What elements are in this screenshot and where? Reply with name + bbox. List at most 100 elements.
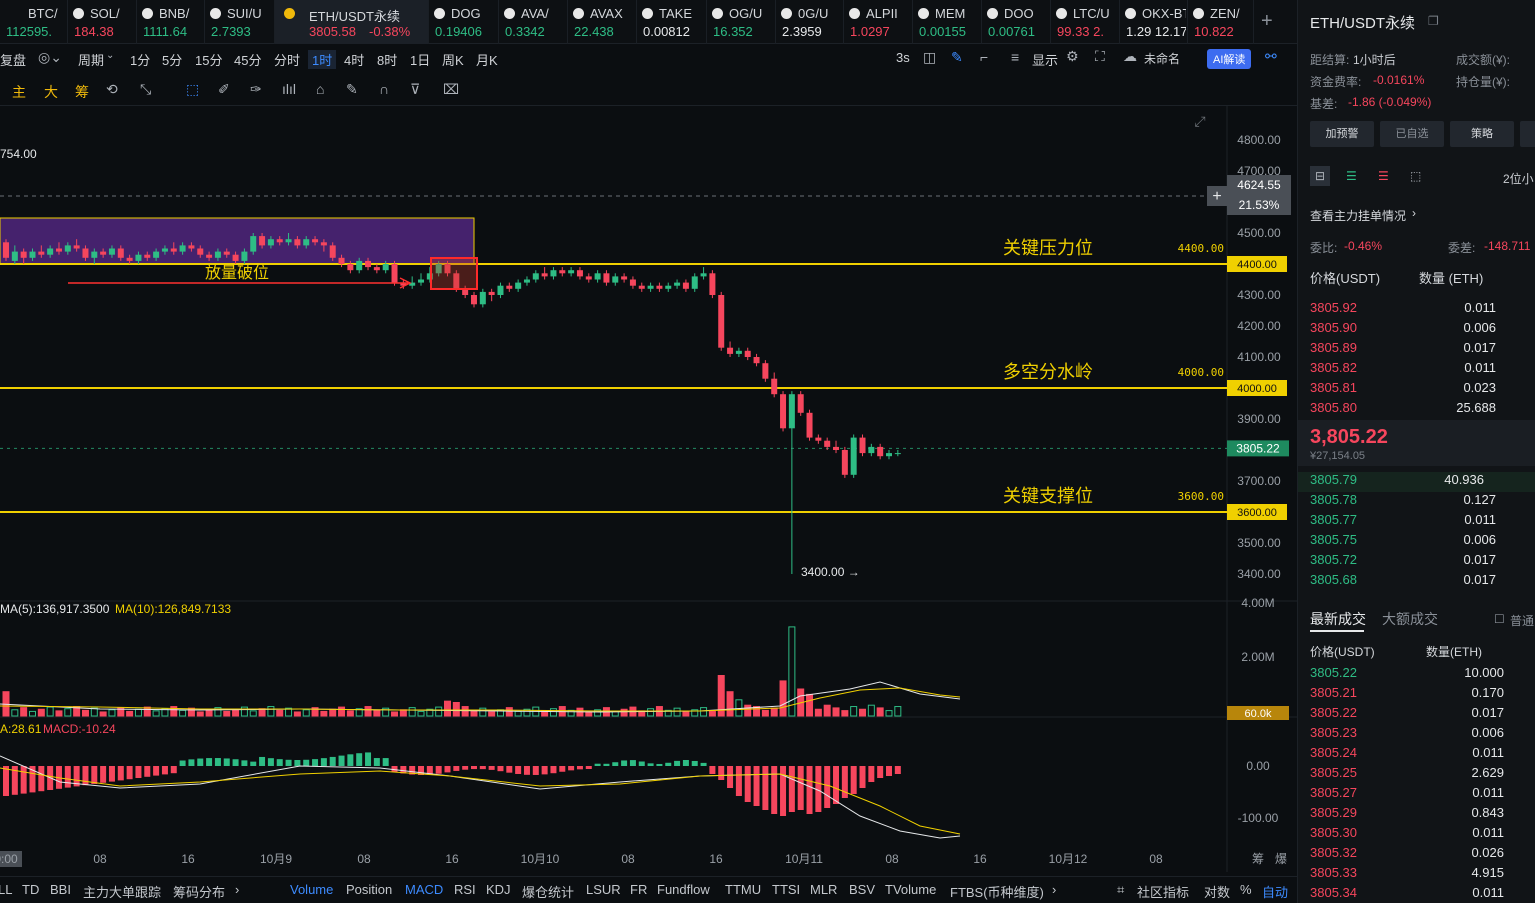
ask-row[interactable]: 3805.82 0.011 [1310,360,1535,380]
ask-row[interactable]: 3805.81 0.023 [1310,380,1535,400]
ticker-tab[interactable]: OG/U 16.352 [707,0,776,44]
interval-2[interactable]: 15分 [195,50,222,69]
interval-5[interactable]: 1时 [308,50,337,69]
refresh-interval[interactable]: 3s [896,50,910,65]
lock-icon[interactable]: ⌂ [316,81,324,97]
share-icon[interactable]: ⚯ [1265,48,1277,65]
indicator-tab[interactable]: LL [0,882,12,897]
interval-10[interactable]: 月K [476,50,498,69]
indicator-tab[interactable]: 主力大单跟踪 [83,882,161,901]
bid-row[interactable]: 3805.72 0.017 [1310,552,1535,572]
interval-6[interactable]: 4时 [344,50,364,69]
bid-row[interactable]: 3805.68 0.017 [1310,572,1535,592]
ticker-tab[interactable]: 0G/U 2.3959 [776,0,844,44]
ticker-tab[interactable]: TAKE 0.00812 [637,0,707,44]
ticker-tab[interactable]: ALPII 1.0297 [844,0,913,44]
add-alert-button[interactable]: 加预警 [1310,121,1374,147]
layout-icon[interactable]: ◎⌄ [38,49,62,66]
brush-icon[interactable]: ✑ [250,81,262,98]
ticker-tab[interactable]: SUI/U 2.7393 [205,0,275,44]
ticker-tab[interactable]: BTC/112595. [0,0,68,44]
bid-row[interactable]: 3805.78 0.127 [1310,492,1535,512]
chart-canvas[interactable]: 关键压力位 4400.00 4400.00 多空分水岭 4000.00 4000.00 关键… [0,106,1297,872]
scale-option[interactable]: 社区指标 [1137,882,1189,901]
ticker-tab[interactable]: ZEN/10.822 [1188,0,1254,44]
big-order-toggle[interactable]: 大 [44,82,58,102]
strategy-button[interactable]: 策略 [1450,121,1514,147]
ruler-icon[interactable]: ✐ [218,81,230,98]
indicator-tab[interactable]: 爆仓统计 [522,882,574,901]
pencil-icon[interactable]: ✎ [951,49,963,66]
bid-row[interactable]: 3805.75 0.006 [1310,532,1535,552]
camera-icon[interactable]: ◫ [923,49,936,66]
indicator-tab[interactable]: Position [346,882,392,897]
precision-select[interactable]: 2位小 [1503,170,1534,187]
big-trades-tab[interactable]: 大额成交 [1382,609,1438,629]
interval-9[interactable]: 周K [442,50,464,69]
layout-name[interactable]: 未命名 [1144,50,1180,67]
list-icon[interactable]: ≡ [1011,49,1019,65]
main-indicator-toggle[interactable]: 主 [12,82,26,102]
indicator-tab[interactable]: TVolume [885,882,936,897]
indicator-tab[interactable]: RSI [454,882,476,897]
indicator-tab[interactable]: TTMU [725,882,761,897]
add-tab-icon[interactable]: + [1261,10,1273,33]
trash-icon[interactable]: ⌧ [443,81,459,98]
scale-option[interactable]: 自动 [1262,882,1288,901]
bid-row[interactable]: 3805.79 40.936 [1298,472,1535,492]
chips-toggle[interactable]: 筹 [75,82,89,102]
indicator-tab[interactable]: TTSI [772,882,800,897]
main-orders-link[interactable]: 查看主力挂单情况 [1310,207,1406,224]
indicator-tab[interactable]: FR [630,882,647,897]
ai-button[interactable]: AI解读 [1207,49,1252,69]
ticker-tab[interactable]: DOO 0.00761 [982,0,1051,44]
interval-1[interactable]: 5分 [162,50,182,69]
indicator-tab[interactable]: BSV [849,882,875,897]
gear-icon[interactable]: ⚙ [1066,48,1079,65]
indicator-tab[interactable]: MLR [810,882,837,897]
book-mode-bids-icon[interactable]: ☰ [1346,169,1357,183]
indicator-tab[interactable]: MACD [405,882,443,897]
edit-icon[interactable]: ✎ [346,81,358,98]
ticker-tab[interactable]: MEM 0.00155 [913,0,982,44]
ask-row[interactable]: 3805.92 0.011 [1310,300,1535,320]
period-button[interactable]: 周期 [78,50,104,69]
scale-option[interactable]: % [1240,882,1252,897]
compare-icon[interactable]: ⟲ [106,81,118,98]
price-chart[interactable]: 关键压力位 4400.00 4400.00 多空分水岭 4000.00 4000.00 关键… [0,106,1297,872]
interval-8[interactable]: 1日 [410,50,430,69]
indicator-tab[interactable]: FTBS(币种维度) [950,882,1044,901]
replay-button[interactable]: 复盘 [0,50,26,69]
indicator-tab[interactable]: 筹码分布 [173,882,225,901]
crop-icon[interactable]: ⌐ [980,49,988,65]
copy-icon[interactable]: ❐ [1428,14,1439,28]
ask-row[interactable]: 3805.80 25.688 [1310,400,1535,420]
interval-4[interactable]: 分时 [274,50,300,69]
scale-option[interactable]: 对数 [1204,882,1230,901]
ask-row[interactable]: 3805.90 0.006 [1310,320,1535,340]
ticker-tab[interactable]: LTC/U 99.33 2. [1051,0,1120,44]
indicator-tab[interactable]: TD [22,882,39,897]
chevron-right-icon[interactable]: › [1052,882,1056,897]
ticker-tab[interactable]: BNB/1111.64 [137,0,205,44]
display-button[interactable]: 显示 [1032,50,1058,69]
indicator-tab[interactable]: Volume [290,882,333,897]
indicator-tab[interactable]: KDJ [486,882,511,897]
book-expand-icon[interactable]: ⬚ [1410,169,1421,183]
interval-3[interactable]: 45分 [234,50,261,69]
normal-checkbox[interactable]: ☐ [1494,612,1505,626]
fullscreen-icon[interactable]: ⛶ [1095,48,1105,65]
indicator-tab[interactable]: Fundflow [657,882,710,897]
ticker-tab[interactable]: SOL/184.38 [68,0,137,44]
more-button[interactable] [1520,121,1535,147]
ticker-tab[interactable]: DOG 0.19406 [429,0,499,44]
trades-tab[interactable]: 最新成交 [1310,609,1366,629]
watchlist-button[interactable]: 已自选 [1380,121,1444,147]
candles-icon[interactable]: ılıl [282,81,296,97]
filter-icon[interactable]: ⊽ [410,81,420,98]
interval-0[interactable]: 1分 [130,50,150,69]
book-mode-both-icon[interactable]: ⊟ [1310,166,1330,186]
indicator-tab[interactable]: LSUR [586,882,621,897]
indicator-tab[interactable]: BBI [50,882,71,897]
ticker-tab[interactable]: AVAX 22.438 [568,0,637,44]
